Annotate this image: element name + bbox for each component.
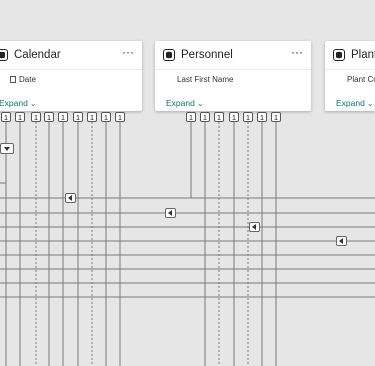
cardinality-marker[interactable]: 1	[214, 112, 224, 122]
cardinality-marker[interactable]: 1	[15, 112, 25, 122]
expand-button[interactable]: Expand ⌄	[336, 98, 374, 108]
table-card-personnel[interactable]: Personnel ··· Last First Name Expand ⌄	[155, 41, 311, 111]
table-icon	[333, 49, 345, 61]
cardinality-marker[interactable]: 1	[44, 112, 54, 122]
chevron-down-icon: ⌄	[366, 99, 374, 108]
triangle-left-icon	[168, 210, 172, 216]
field-date[interactable]: Date	[10, 75, 36, 84]
cardinality-marker[interactable]: 1	[257, 112, 267, 122]
calendar-field-icon	[10, 76, 16, 83]
table-icon	[0, 49, 8, 61]
card-header[interactable]: Personnel ···	[155, 41, 311, 70]
triangle-left-icon	[252, 224, 256, 230]
card-header[interactable]: Plant	[325, 41, 375, 70]
filter-direction-arrow[interactable]	[65, 193, 76, 203]
cardinality-marker[interactable]: 1	[58, 112, 68, 122]
field-plant-code[interactable]: Plant Co	[347, 75, 375, 84]
card-title: Personnel	[181, 49, 233, 61]
cardinality-marker[interactable]: 1	[229, 112, 239, 122]
cardinality-marker[interactable]: 1	[101, 112, 111, 122]
card-title: Plant	[351, 49, 375, 61]
chevron-down-icon: ⌄	[29, 99, 37, 108]
cardinality-marker[interactable]: 1	[73, 112, 83, 122]
card-header[interactable]: Calendar ···	[0, 41, 142, 70]
table-card-calendar[interactable]: Calendar ··· Date Expand ⌄	[0, 41, 142, 111]
card-title: Calendar	[14, 49, 61, 61]
more-options-icon[interactable]: ···	[122, 45, 134, 59]
filter-direction-arrow[interactable]	[336, 236, 347, 246]
more-options-icon[interactable]: ···	[291, 45, 303, 59]
cardinality-marker[interactable]: 1	[200, 112, 210, 122]
triangle-left-icon	[339, 238, 343, 244]
chevron-down-icon: ⌄	[196, 99, 204, 108]
cardinality-marker[interactable]: 1	[186, 112, 196, 122]
expand-button[interactable]: Expand ⌄	[0, 98, 37, 108]
field-last-first-name[interactable]: Last First Name	[177, 75, 233, 84]
cardinality-marker[interactable]: 1	[271, 112, 281, 122]
cardinality-marker[interactable]: 1	[87, 112, 97, 122]
table-card-plant[interactable]: Plant Plant Co Expand ⌄	[325, 41, 375, 111]
triangle-left-icon	[68, 195, 72, 201]
filter-direction-arrow[interactable]	[249, 222, 260, 232]
cardinality-marker[interactable]: 1	[31, 112, 41, 122]
cardinality-marker[interactable]: 1	[243, 112, 253, 122]
expand-button[interactable]: Expand ⌄	[166, 98, 204, 108]
triangle-down-icon	[4, 147, 10, 151]
cardinality-marker[interactable]: 1	[115, 112, 125, 122]
table-icon	[163, 49, 175, 61]
relationship-dropdown[interactable]	[0, 143, 14, 154]
cardinality-marker[interactable]: 1	[1, 112, 11, 122]
filter-direction-arrow[interactable]	[165, 208, 176, 218]
